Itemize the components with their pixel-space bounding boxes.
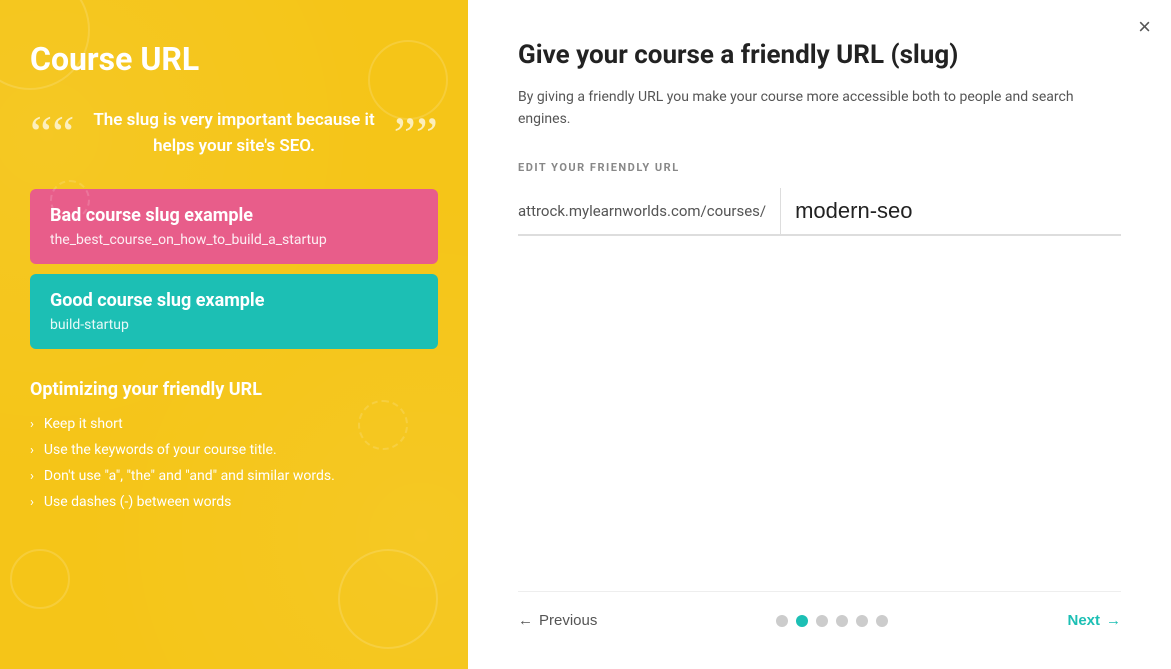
left-panel: Course URL ““ The slug is very important… bbox=[0, 0, 468, 669]
modal: Course URL ““ The slug is very important… bbox=[0, 0, 1171, 669]
arrow-left-icon: ← bbox=[518, 612, 533, 629]
chevron-right-icon: › bbox=[30, 495, 34, 510]
dot-3 bbox=[816, 615, 828, 627]
chevron-right-icon: › bbox=[30, 417, 34, 432]
dialog-title: Give your course a friendly URL (slug) bbox=[518, 40, 1121, 70]
chevron-right-icon: › bbox=[30, 469, 34, 484]
chevron-right-icon: › bbox=[30, 443, 34, 458]
open-quote-icon: ““ bbox=[30, 108, 74, 158]
tip-item: ›Use dashes (-) between words bbox=[30, 494, 438, 510]
dot-1 bbox=[776, 615, 788, 627]
tip-item: ›Don't use "a", "the" and "and" and simi… bbox=[30, 468, 438, 484]
next-label: Next bbox=[1067, 612, 1100, 629]
previous-button[interactable]: ← Previous bbox=[518, 612, 597, 629]
edit-url-label: EDIT YOUR FRIENDLY URL bbox=[518, 161, 1121, 174]
arrow-right-icon: → bbox=[1106, 612, 1121, 629]
good-example-value: build-startup bbox=[50, 317, 418, 333]
close-quote-icon: ”” bbox=[394, 109, 438, 159]
url-input-row: attrock.mylearnworlds.com/courses/ bbox=[518, 188, 1121, 236]
bottom-bar: ← Previous Next → bbox=[518, 591, 1121, 629]
tip-item: ›Use the keywords of your course title. bbox=[30, 442, 438, 458]
bad-example-title: Bad course slug example bbox=[50, 205, 418, 226]
panel-title: Course URL bbox=[30, 40, 438, 78]
dot-4 bbox=[836, 615, 848, 627]
quote-block: ““ The slug is very important because it… bbox=[30, 108, 438, 159]
quote-text: The slug is very important because it he… bbox=[84, 108, 383, 159]
spacer bbox=[518, 266, 1121, 571]
dialog-description: By giving a friendly URL you make your c… bbox=[518, 86, 1121, 131]
slug-input[interactable] bbox=[781, 188, 1121, 234]
tips-list: ›Keep it short ›Use the keywords of your … bbox=[30, 416, 438, 510]
good-example-box: Good course slug example build-startup bbox=[30, 274, 438, 349]
dot-6 bbox=[876, 615, 888, 627]
previous-label: Previous bbox=[539, 612, 597, 629]
dot-2 bbox=[796, 615, 808, 627]
good-example-title: Good course slug example bbox=[50, 290, 418, 311]
url-prefix: attrock.mylearnworlds.com/courses/ bbox=[518, 188, 781, 234]
dot-5 bbox=[856, 615, 868, 627]
progress-dots bbox=[776, 615, 888, 627]
next-button[interactable]: Next → bbox=[1067, 612, 1121, 629]
optimizing-title: Optimizing your friendly URL bbox=[30, 379, 438, 400]
tip-item: ›Keep it short bbox=[30, 416, 438, 432]
bad-example-box: Bad course slug example the_best_course_… bbox=[30, 189, 438, 264]
close-button[interactable]: × bbox=[1138, 16, 1151, 38]
bad-example-value: the_best_course_on_how_to_build_a_startu… bbox=[50, 232, 418, 248]
right-panel: × Give your course a friendly URL (slug)… bbox=[468, 0, 1171, 669]
